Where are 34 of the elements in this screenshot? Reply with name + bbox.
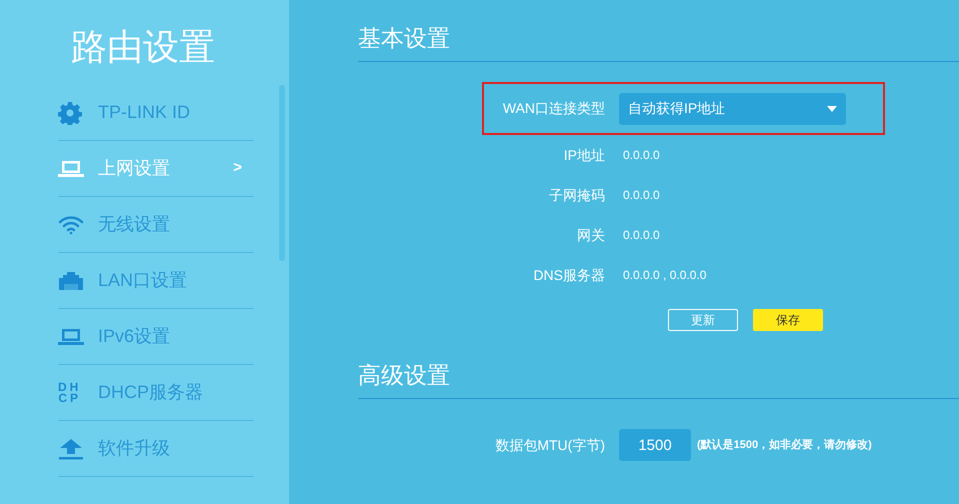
field-value: 0.0.0.0 , 0.0.0.0 bbox=[623, 267, 706, 284]
field-value: 0.0.0.0 bbox=[623, 227, 660, 244]
laptop-icon bbox=[58, 160, 84, 178]
dhcp-icon: DH CP bbox=[58, 382, 82, 404]
refresh-button[interactable]: 更新 bbox=[668, 309, 738, 331]
connection-type-dropdown[interactable]: 自动获得IP地址 bbox=[619, 92, 846, 124]
sidebar-item[interactable]: LAN口设置 bbox=[58, 253, 254, 309]
ethernet-port-icon bbox=[58, 270, 84, 290]
sidebar-item[interactable]: IPv6设置 bbox=[58, 309, 254, 365]
sidebar-item[interactable]: 软件升级 bbox=[58, 421, 254, 477]
sidebar-item[interactable]: DH CP DHCP服务器 bbox=[58, 365, 254, 421]
sidebar-title: 路由设置 bbox=[71, 24, 215, 68]
section-title: 高级设置 bbox=[358, 360, 450, 390]
field-label: WAN口连接类型 bbox=[502, 99, 605, 118]
field-label: 子网掩码 bbox=[548, 186, 605, 204]
field-hint: (默认是1500，如非必要，请勿修改) bbox=[697, 438, 872, 453]
sidebar-item[interactable]: TP-LINK ID bbox=[58, 85, 254, 141]
mtu-input[interactable]: 1500 bbox=[619, 429, 691, 461]
field-label: DNS服务器 bbox=[532, 266, 605, 284]
caret-icon bbox=[827, 106, 837, 112]
wifi-icon bbox=[58, 214, 84, 234]
laptop-icon bbox=[58, 328, 84, 346]
sidebar-item[interactable]: 上网设置 > bbox=[58, 141, 254, 197]
field-label: IP地址 bbox=[562, 146, 605, 164]
field-value: 0.0.0.0 bbox=[623, 147, 660, 164]
field-label: 网关 bbox=[576, 226, 605, 244]
upload-icon bbox=[58, 438, 84, 460]
section-title: 基本设置 bbox=[358, 24, 450, 52]
gear-icon bbox=[58, 100, 82, 124]
save-button[interactable]: 保存 bbox=[753, 309, 823, 331]
chevron: > bbox=[233, 158, 243, 178]
sidebar-item[interactable]: 无线设置 bbox=[58, 197, 254, 253]
field-value: 0.0.0.0 bbox=[623, 187, 660, 204]
field-label: 数据包MTU(字节) bbox=[494, 436, 605, 455]
